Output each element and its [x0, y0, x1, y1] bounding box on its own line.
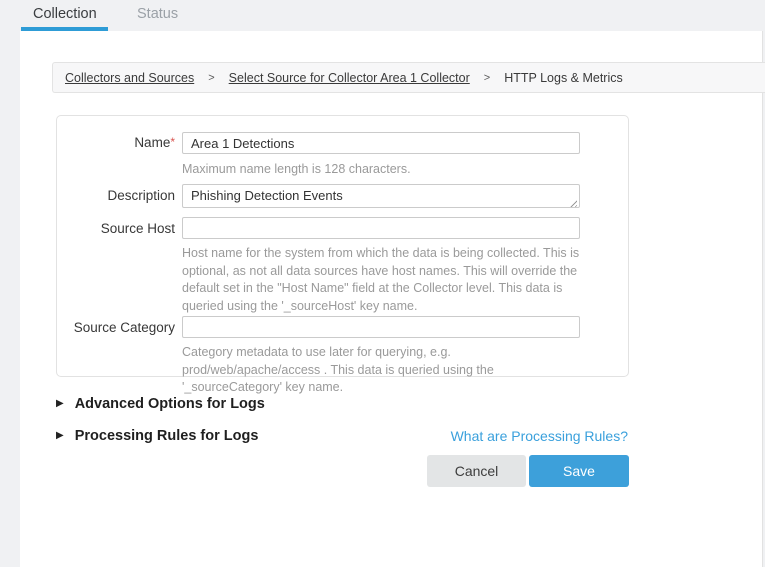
description-textarea[interactable]: Phishing Detection Events	[182, 184, 580, 208]
advanced-options-title: Advanced Options for Logs	[75, 396, 265, 412]
breadcrumb-separator: >	[208, 72, 214, 84]
breadcrumb-select-source[interactable]: Select Source for Collector Area 1 Colle…	[229, 71, 470, 85]
source-category-helper-text: Category metadata to use later for query…	[182, 344, 586, 397]
what-are-processing-rules-link[interactable]: What are Processing Rules?	[451, 428, 628, 444]
source-host-label: Source Host	[57, 221, 175, 236]
caret-right-icon: ▶	[56, 428, 64, 444]
source-category-label: Source Category	[57, 320, 175, 335]
caret-right-icon: ▶	[56, 396, 64, 412]
name-label-text: Name	[134, 135, 170, 150]
tab-collection[interactable]: Collection	[33, 6, 97, 22]
processing-rules-section-toggle[interactable]: ▶ Processing Rules for Logs	[56, 428, 258, 444]
name-label: Name*	[57, 135, 175, 150]
source-host-input[interactable]	[182, 217, 580, 239]
breadcrumb-collectors-and-sources[interactable]: Collectors and Sources	[65, 71, 194, 85]
source-host-helper-text: Host name for the system from which the …	[182, 245, 582, 315]
top-tab-bar: Collection Status	[0, 0, 765, 31]
tab-status[interactable]: Status	[137, 6, 178, 22]
source-category-input[interactable]	[182, 316, 580, 338]
breadcrumb: Collectors and Sources > Select Source f…	[52, 62, 765, 93]
source-config-form: Name* Maximum name length is 128 charact…	[56, 115, 629, 377]
cancel-button[interactable]: Cancel	[427, 455, 526, 487]
breadcrumb-current-page: HTTP Logs & Metrics	[504, 71, 623, 85]
name-input[interactable]	[182, 132, 580, 154]
advanced-options-section-toggle[interactable]: ▶ Advanced Options for Logs	[56, 396, 265, 412]
name-helper-text: Maximum name length is 128 characters.	[182, 161, 411, 179]
required-asterisk: *	[170, 135, 175, 149]
processing-rules-title: Processing Rules for Logs	[75, 428, 259, 444]
breadcrumb-separator: >	[484, 72, 490, 84]
save-button[interactable]: Save	[529, 455, 629, 487]
description-label: Description	[57, 188, 175, 203]
